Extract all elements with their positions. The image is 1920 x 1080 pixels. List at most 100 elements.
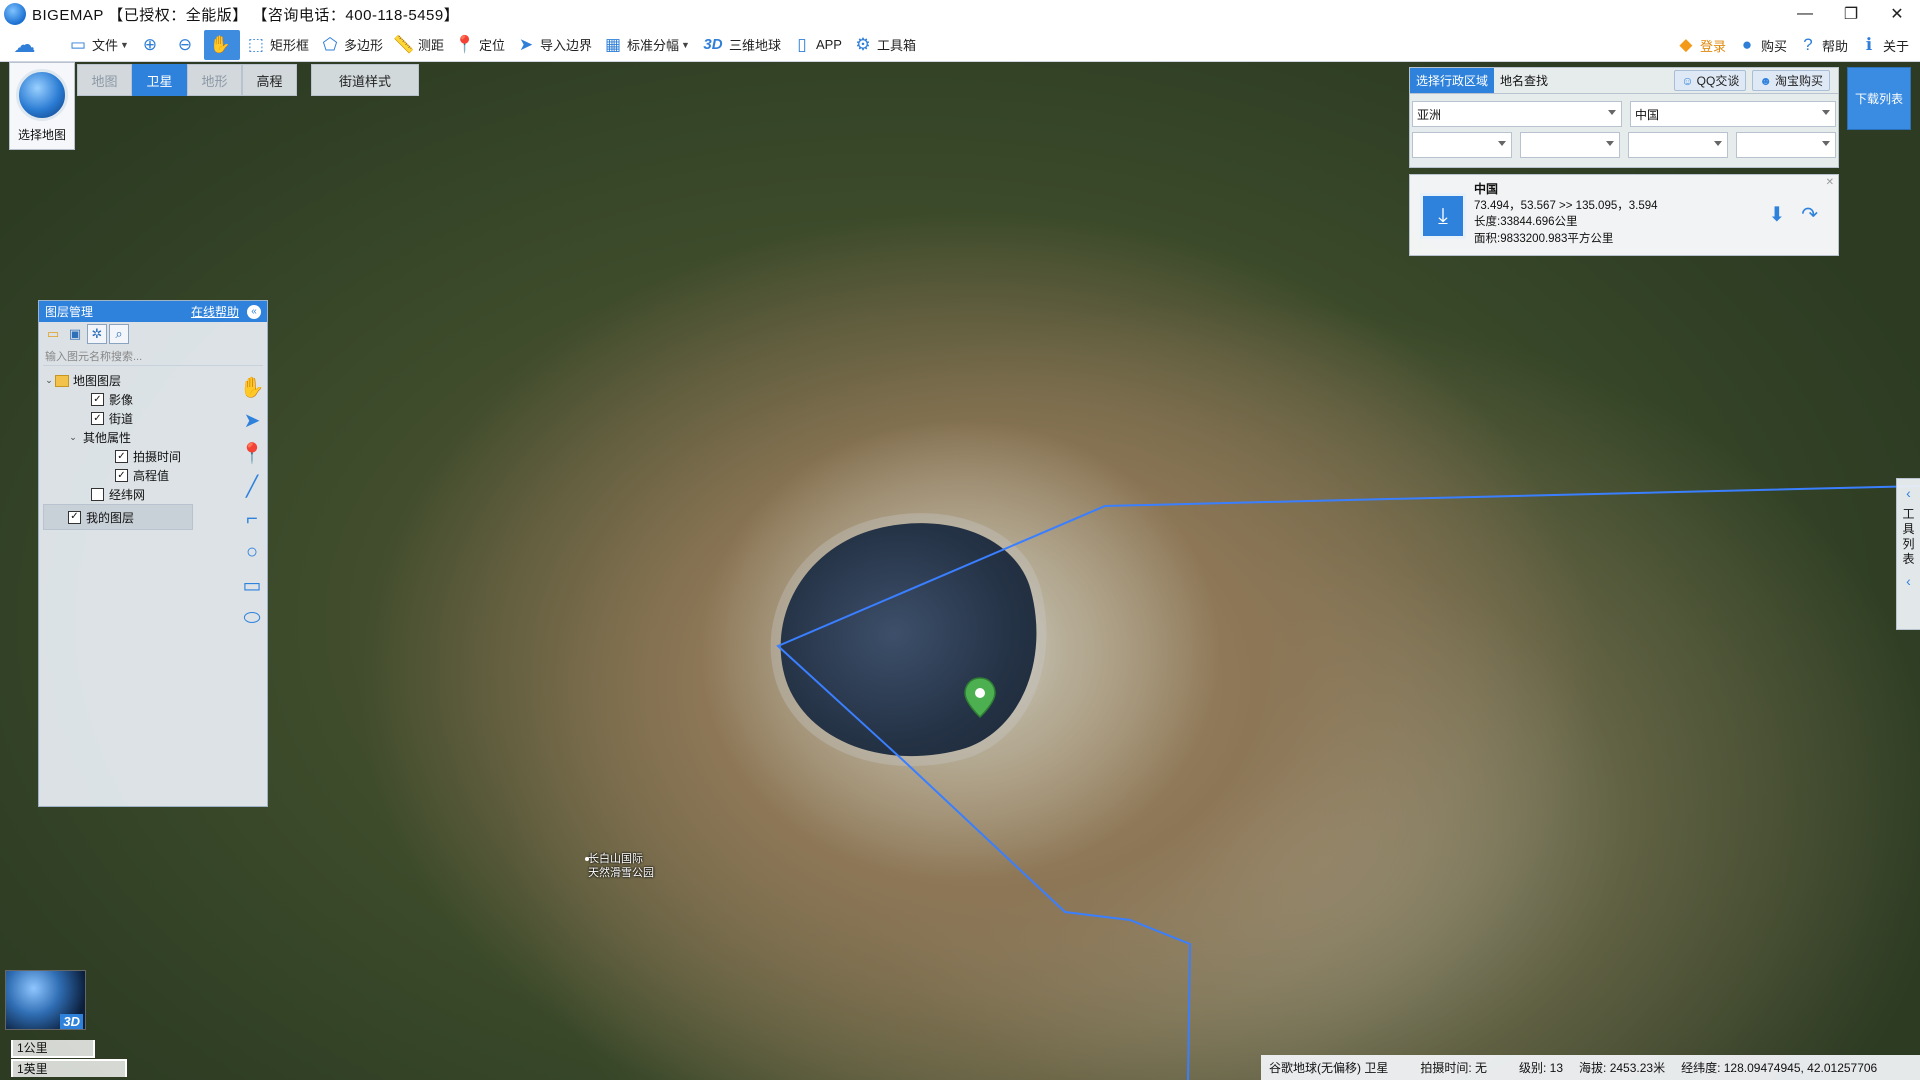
locate-button[interactable]: 📍 定位	[449, 30, 510, 60]
country-select[interactable]: 中国	[1629, 101, 1836, 127]
map-type-terrain[interactable]: 地形	[187, 64, 242, 96]
elevation-value-checkbox[interactable]: ✓	[115, 469, 128, 482]
polygon-button[interactable]: ⬠ 多边形	[314, 30, 388, 60]
pointer-icon[interactable]: ➤	[239, 404, 265, 437]
poi-name-line-2: 天然滑雪公园	[588, 867, 654, 879]
about-button[interactable]: ℹ 关于	[1853, 30, 1914, 60]
close-button[interactable]: ✕	[1874, 0, 1920, 28]
download-region-icon[interactable]: ⤓	[1420, 193, 1466, 239]
chevron-left-icon[interactable]: ‹	[1906, 573, 1911, 589]
region-area: 面积:9833200.983平方公里	[1474, 232, 1614, 245]
poi-label: 长白山国际 天然滑雪公园	[588, 852, 654, 880]
help-button[interactable]: ? 帮助	[1792, 30, 1853, 60]
share-icon[interactable]: ↷	[1801, 202, 1818, 227]
globe-3d-button[interactable]: 3D 三维地球	[695, 30, 786, 60]
my-layers-checkbox[interactable]: ✓	[68, 510, 81, 524]
marker-icon[interactable]: 📍	[239, 437, 265, 470]
minimize-button[interactable]: —	[1782, 0, 1828, 28]
scale-km: 1公里	[11, 1040, 95, 1058]
graticule-checkbox[interactable]	[91, 488, 104, 501]
streets-checkbox[interactable]: ✓	[91, 412, 104, 425]
capture-time-checkbox[interactable]: ✓	[115, 450, 128, 463]
region-actions: ⬇ ↷	[1768, 202, 1818, 227]
region-info: 中国 73.494，53.567 >> 135.095，3.594 长度:338…	[1474, 175, 1658, 255]
location-pin-icon: 📍	[454, 34, 476, 54]
street-style-button[interactable]: 街道样式	[311, 64, 419, 96]
map-type-map[interactable]: 地图	[77, 64, 132, 96]
toolbox-button[interactable]: ⚙ 工具箱	[847, 30, 921, 60]
tree-node-imagery[interactable]: ✓ 影像	[43, 390, 233, 409]
zoom-out-button[interactable]: ⊖	[169, 30, 204, 60]
select-map-button[interactable]: 选择地图	[9, 62, 75, 150]
import-boundary-button[interactable]: ➤ 导入边界	[510, 30, 597, 60]
file-menu-label: 文件	[92, 38, 119, 53]
status-source: 谷歌地球(无偏移) 卫星	[1269, 1061, 1389, 1075]
standard-sheet-button[interactable]: ▦ 标准分幅 ▼	[597, 30, 695, 60]
tree-node-elevation-value[interactable]: ✓ 高程值	[43, 466, 233, 485]
map-type-elevation[interactable]: 高程	[242, 64, 297, 96]
tool-list-label: 工具列表	[1902, 507, 1915, 566]
chevron-left-icon[interactable]: ‹	[1906, 485, 1911, 501]
title-bar: BIGEMAP 【已授权：全能版】 【咨询电话：400-118-5459】 — …	[0, 0, 1920, 28]
circle-icon[interactable]: ○	[239, 536, 265, 569]
taobao-buy-button[interactable]: ☻ 淘宝购买	[1752, 70, 1830, 91]
tab-place-search[interactable]: 地名查找	[1494, 68, 1554, 93]
city-select[interactable]	[1520, 132, 1620, 158]
tree-node-capture-time[interactable]: ✓ 拍摄时间	[43, 447, 233, 466]
login-button[interactable]: ◆ 登录	[1670, 30, 1731, 60]
ruler-icon[interactable]: ⬭	[239, 602, 265, 635]
close-icon[interactable]: ✕	[1826, 177, 1834, 188]
tree-node-streets[interactable]: ✓ 街道	[43, 409, 233, 428]
main-toolbar: ☁ ▭ 文件 ▼ ⊕ ⊖ ✋ ⬚ 矩形框 ⬠ 多边形 📏 测距 📍 定位 ➤ 导入…	[0, 28, 1920, 62]
tree-node-map-layers[interactable]: ⌄ 地图图层	[43, 371, 233, 390]
standard-sheet-label: 标准分幅	[627, 38, 680, 53]
online-help-link[interactable]: 在线帮助	[191, 303, 239, 320]
collapse-toggle-icon[interactable]: ⌄	[67, 432, 79, 443]
qq-chat-button[interactable]: ☺ QQ交谈	[1674, 70, 1747, 91]
chevron-down-icon: ▼	[120, 39, 129, 50]
tab-select-region[interactable]: 选择行政区域	[1410, 68, 1495, 93]
user-badge-icon: ◆	[1679, 35, 1693, 54]
polyline-icon[interactable]: ⌐	[239, 503, 265, 536]
imagery-checkbox[interactable]: ✓	[91, 393, 104, 406]
measure-button[interactable]: 📏 测距	[388, 30, 449, 60]
save-icon[interactable]: ▣	[65, 324, 85, 344]
open-folder-icon[interactable]: ▭	[43, 324, 63, 344]
select-map-label: 选择地图	[17, 128, 66, 142]
poi-dot	[585, 857, 589, 861]
maximize-button[interactable]: ❐	[1828, 0, 1874, 28]
tree-node-my-layers[interactable]: ✓ 我的图层	[43, 504, 193, 530]
rectangle-icon[interactable]: ▭	[239, 569, 265, 602]
continent-select[interactable]: 亚洲	[1412, 101, 1622, 127]
collapse-toggle-icon[interactable]: ⌄	[43, 375, 55, 386]
scale-mile: 1英里	[11, 1059, 127, 1077]
globe-3d-thumbnail[interactable]: 3D	[5, 970, 86, 1030]
download-list-button[interactable]: 下载列表	[1847, 67, 1911, 130]
tool-list-tab[interactable]: ‹ 工具列表 ‹	[1896, 478, 1920, 630]
app-button[interactable]: ▯ APP	[786, 30, 847, 60]
scale-bar: 1公里 1英里	[9, 1040, 129, 1078]
download-icon[interactable]: ⬇	[1768, 202, 1785, 227]
tree-label: 高程值	[133, 469, 170, 483]
rect-frame-button[interactable]: ⬚ 矩形框	[240, 30, 314, 60]
layer-search-input[interactable]: 输入图元名称搜索...	[43, 348, 263, 366]
collapse-icon[interactable]: «	[247, 304, 261, 319]
tree-node-other-attrs[interactable]: ⌄ 其他属性	[43, 428, 233, 447]
zoom-in-button[interactable]: ⊕	[134, 30, 169, 60]
search-icon[interactable]: ⌕	[109, 324, 129, 344]
province-select[interactable]	[1412, 132, 1512, 158]
county-select[interactable]	[1628, 132, 1728, 158]
qq-icon: ☺	[1681, 73, 1694, 88]
pan-hand-button[interactable]: ✋	[203, 29, 240, 60]
tree-node-graticule[interactable]: 经纬网	[43, 485, 233, 504]
map-type-satellite[interactable]: 卫星	[132, 64, 187, 96]
hand-icon[interactable]: ✋	[239, 371, 265, 404]
buy-button[interactable]: ● 购买	[1731, 30, 1792, 60]
town-select[interactable]	[1736, 132, 1836, 158]
line-icon[interactable]: ╱	[239, 470, 265, 503]
region-result-card[interactable]: ⤓ 中国 73.494，53.567 >> 135.095，3.594 长度:3…	[1409, 174, 1839, 256]
menu-button[interactable]: ☁	[0, 30, 52, 60]
file-menu-button[interactable]: ▭ 文件 ▼	[62, 30, 134, 60]
settings-icon[interactable]: ✲	[87, 324, 107, 344]
qq-label: QQ交谈	[1696, 74, 1740, 88]
